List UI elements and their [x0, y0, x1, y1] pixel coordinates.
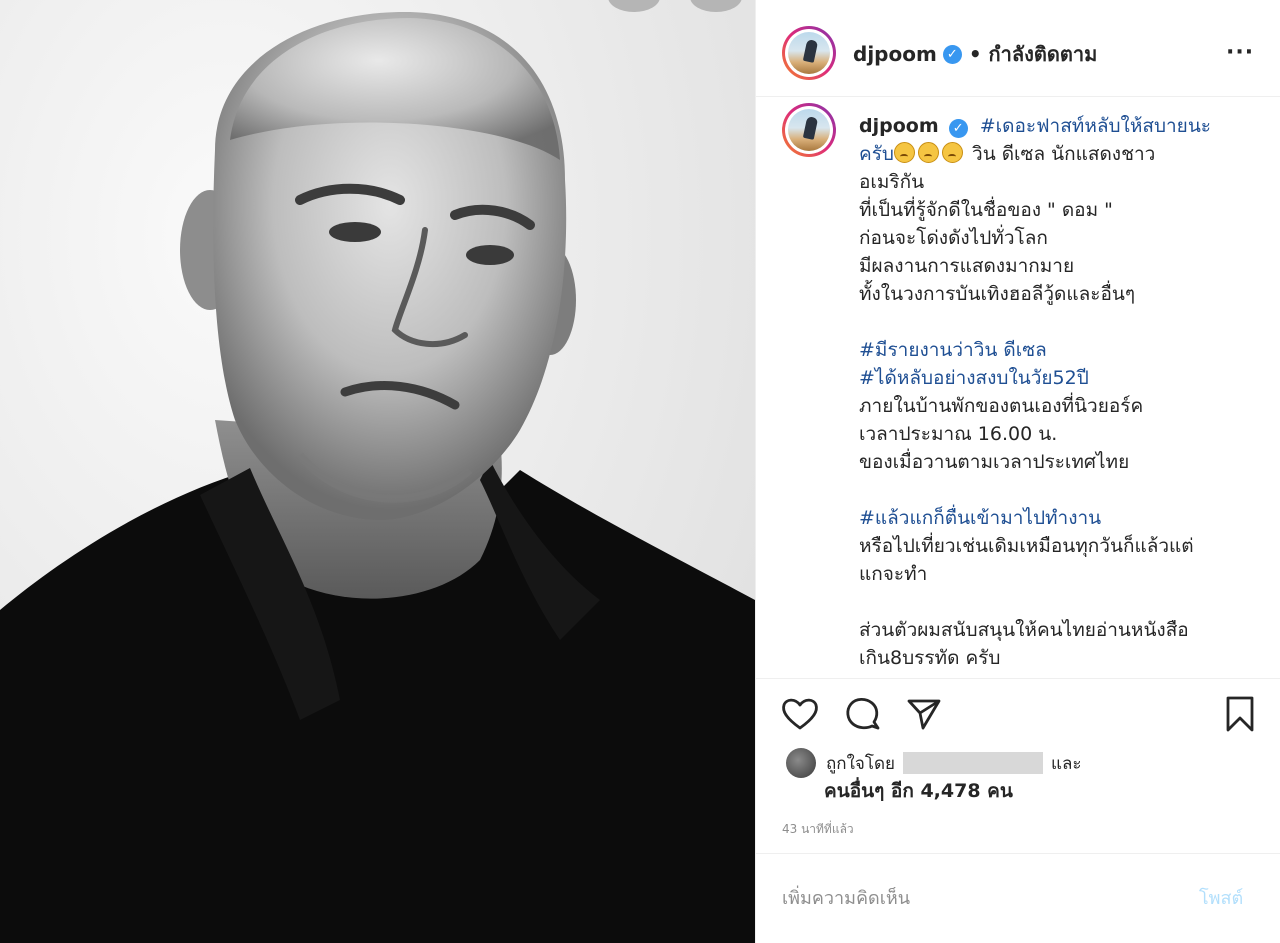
caption-text: ภายในบ้านพักของตนเองที่นิวยอร์ค: [859, 395, 1144, 417]
caption-text: ของเมื่อวานตามเวลาประเทศไทย: [859, 451, 1130, 473]
like-heart-icon[interactable]: [780, 694, 820, 734]
portrait-illustration: [0, 11, 755, 943]
liker-avatar[interactable]: [786, 748, 816, 778]
likes-count-link[interactable]: คนอื่นๆ อีก 4,478 คน: [824, 776, 1013, 806]
hashtag-link[interactable]: ครับ: [859, 143, 894, 165]
caption-text: ส่วนตัวผมสนับสนุนให้คนไทยอ่านหนังสือ: [859, 619, 1189, 641]
hashtag-link[interactable]: #แล้วแกก็ตื่นเข้ามาไปทำงาน: [859, 504, 1259, 532]
caption-divider: [756, 678, 1280, 679]
more-options-icon[interactable]: ···: [1226, 40, 1254, 65]
post-photo[interactable]: [0, 0, 755, 943]
caption-text: เกิน8บรรทัด ครับ: [859, 647, 1001, 669]
post-panel: djpoom ✓ • กำลังติดตาม ··· djpoom ✓ #เดอ…: [755, 0, 1280, 943]
action-bar: [756, 690, 1280, 740]
liked-by-prefix: ถูกใจโดย: [826, 753, 895, 774]
follow-status-button[interactable]: • กำลังติดตาม: [969, 38, 1098, 70]
post-comment-button[interactable]: โพสต์: [1199, 883, 1243, 912]
liked-by-row: ถูกใจโดย และ: [786, 748, 1082, 778]
caption-avatar[interactable]: [782, 103, 836, 157]
post-header: djpoom ✓ • กำลังติดตาม: [853, 39, 1097, 69]
verified-badge-icon: ✓: [942, 44, 962, 64]
comment-divider: [756, 853, 1280, 854]
caption-text: ทั้งในวงการบันเทิงฮอลีวู้ดและอื่นๆ: [859, 283, 1136, 305]
verified-badge-icon: ✓: [948, 119, 968, 138]
caption-text: เวลาประมาณ 16.00 น.: [859, 423, 1058, 445]
post-caption: djpoom ✓ #เดอะฟาสท์หลับให้สบายนะ ครับ วิ…: [859, 112, 1259, 672]
sad-face-emoji-icon: [917, 142, 939, 163]
sad-face-emoji-icon: [941, 142, 963, 163]
caption-text: มีผลงานการแสดงมากมาย: [859, 255, 1075, 277]
username-link[interactable]: djpoom: [853, 42, 937, 66]
save-bookmark-icon[interactable]: [1220, 694, 1260, 734]
caption-text: แกจะทำ: [859, 563, 928, 585]
comment-input[interactable]: เพิ่มความคิดเห็น: [782, 883, 910, 912]
comment-box: เพิ่มความคิดเห็น โพสต์: [756, 853, 1280, 943]
sad-face-emoji-icon: [893, 142, 915, 163]
hashtag-link[interactable]: #มีรายงานว่าวิน ดีเซล: [859, 336, 1259, 364]
hashtag-link[interactable]: #ได้หลับอย่างสงบในวัย52ปี: [859, 364, 1259, 392]
liked-by-suffix: และ: [1050, 753, 1082, 774]
comment-icon[interactable]: [842, 694, 882, 734]
header-divider: [756, 96, 1280, 97]
share-send-icon[interactable]: [904, 694, 944, 734]
caption-text: วิน ดีเซล นักแสดงชาว: [965, 143, 1156, 165]
post-timestamp[interactable]: 43 นาทีที่แล้ว: [782, 820, 854, 839]
profile-avatar[interactable]: [782, 26, 836, 80]
hashtag-link[interactable]: #เดอะฟาสท์หลับให้สบายนะ: [980, 115, 1211, 137]
caption-text: ก่อนจะโด่งดังไปทั่วโลก: [859, 227, 1048, 249]
caption-username[interactable]: djpoom: [859, 115, 939, 137]
caption-text: ที่เป็นที่รู้จักดีในชื่อของ " ดอม ": [859, 199, 1113, 221]
redacted-username[interactable]: [902, 752, 1043, 774]
caption-text: หรือไปเที่ยวเช่นเดิมเหมือนทุกวันก็แล้วแต…: [859, 535, 1194, 557]
caption-text: อเมริกัน: [859, 171, 925, 193]
